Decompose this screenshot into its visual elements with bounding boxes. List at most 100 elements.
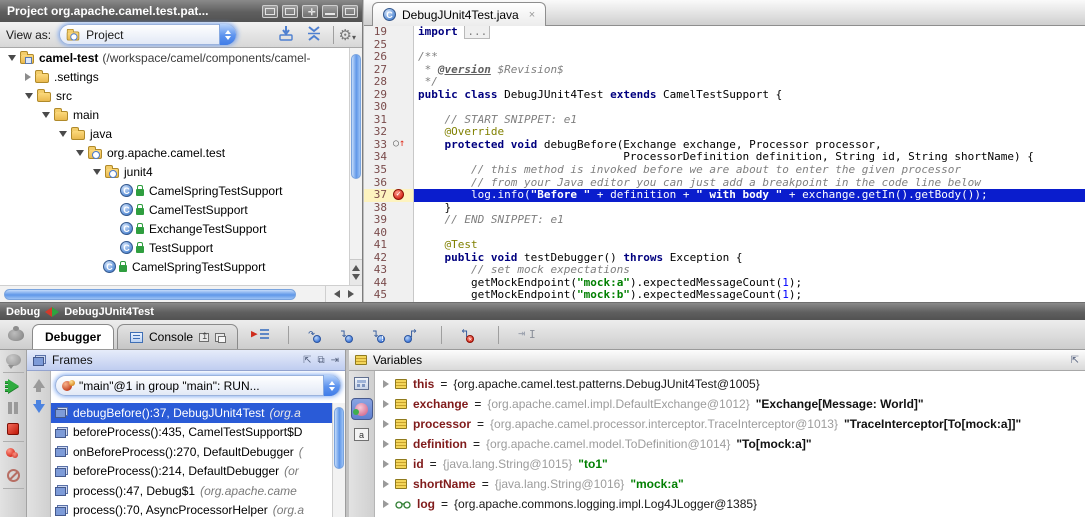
frames-vertical-scrollbar[interactable] bbox=[332, 403, 345, 517]
drop-frame-button[interactable]: ↰ bbox=[461, 327, 479, 343]
tree-item-main[interactable]: main bbox=[0, 105, 349, 124]
expand-arrow-icon[interactable] bbox=[383, 500, 389, 508]
restore-layout-icon[interactable]: ⇱ bbox=[1071, 355, 1079, 366]
float-window-icon[interactable] bbox=[262, 5, 278, 18]
variable-row-this[interactable]: this = {org.apache.camel.test.patterns.D… bbox=[375, 374, 1085, 394]
step-out-button[interactable]: ↱ bbox=[404, 327, 422, 343]
float-panel-icon[interactable]: ⧉ bbox=[317, 355, 324, 366]
expanded-arrow-icon[interactable] bbox=[8, 55, 16, 61]
code-line-25[interactable]: 25 bbox=[364, 39, 1085, 52]
frame-package: (org.a bbox=[273, 503, 304, 517]
evaluate-expression-icon[interactable] bbox=[354, 377, 369, 390]
expanded-arrow-icon[interactable] bbox=[93, 169, 101, 175]
code-line-27[interactable]: 27 * @version $Revision$ bbox=[364, 64, 1085, 77]
tree-horizontal-scrollbar[interactable] bbox=[0, 285, 362, 302]
expand-arrow-icon[interactable] bbox=[383, 480, 389, 488]
restore-layout-icon[interactable]: ⇱ bbox=[303, 355, 311, 366]
tree-item-testsupport[interactable]: CTestSupport bbox=[0, 238, 349, 257]
code-line-19[interactable]: 19import ... bbox=[364, 26, 1085, 39]
tree-item-exchangetestsupport[interactable]: CExchangeTestSupport bbox=[0, 219, 349, 238]
variable-row-shortName[interactable]: shortName = {java.lang.String@1016}"mock… bbox=[375, 474, 1085, 494]
editor-tab[interactable]: C DebugJUnit4Test.java × bbox=[372, 2, 546, 26]
expand-arrow-icon[interactable] bbox=[383, 460, 389, 468]
code-area[interactable]: 19import ...2526/**27 * @version $Revisi… bbox=[364, 26, 1085, 302]
dropdown-stepper-icon bbox=[323, 375, 340, 396]
sort-alphabetically-icon[interactable]: a bbox=[354, 428, 369, 441]
tree-item-cameltestsupport[interactable]: CCamelTestSupport bbox=[0, 200, 349, 219]
tab-console[interactable]: Console bbox=[117, 324, 238, 349]
dock-panel-icon[interactable]: ⇥ bbox=[331, 355, 339, 366]
force-step-into-button[interactable]: ↴ bbox=[372, 327, 390, 343]
expand-arrow-icon[interactable] bbox=[383, 420, 389, 428]
stack-frame-row[interactable]: debugBefore():37, DebugJUnit4Test (org.a bbox=[51, 403, 345, 423]
stack-frame-row[interactable]: process():47, Debug$1 (org.apache.came bbox=[51, 481, 345, 501]
gutter: 32 bbox=[364, 126, 414, 139]
stack-frame-row[interactable]: beforeProcess():435, CamelTestSupport$D bbox=[51, 423, 345, 443]
scroll-to-end-icon[interactable] bbox=[199, 333, 209, 342]
gutter-marks bbox=[390, 114, 413, 127]
collapse-all-icon[interactable] bbox=[306, 26, 322, 44]
show-execution-point-button[interactable]: ▶ bbox=[251, 327, 269, 343]
view-breakpoints-button[interactable] bbox=[6, 448, 20, 460]
override-method-icon[interactable]: ○↑ bbox=[393, 138, 405, 151]
variable-row-definition[interactable]: definition = {org.apache.camel.model.ToD… bbox=[375, 434, 1085, 454]
expanded-arrow-icon[interactable] bbox=[76, 150, 84, 156]
scrollbar-thumb[interactable] bbox=[351, 54, 361, 179]
step-into-button[interactable]: ↴ bbox=[340, 327, 358, 343]
scrollbar-thumb[interactable] bbox=[334, 407, 344, 469]
previous-frame-button[interactable] bbox=[33, 379, 45, 388]
watch-mode-button[interactable] bbox=[351, 398, 373, 420]
variable-icon bbox=[395, 479, 407, 489]
expand-arrow-icon[interactable] bbox=[383, 400, 389, 408]
stack-frame-row[interactable]: onBeforeProcess():270, DefaultDebugger ( bbox=[51, 442, 345, 462]
close-tab-icon[interactable]: × bbox=[529, 9, 535, 21]
code-line-45[interactable]: 45 getMockEndpoint("mock:b").expectedMes… bbox=[364, 289, 1085, 302]
variable-row-log[interactable]: log = {org.apache.commons.logging.impl.L… bbox=[375, 494, 1085, 514]
view-as-dropdown[interactable]: Project bbox=[59, 24, 237, 45]
hide-panel-icon[interactable] bbox=[342, 5, 358, 18]
pause-button[interactable] bbox=[8, 402, 18, 414]
tree-item-junit4[interactable]: junit4 bbox=[0, 162, 349, 181]
code-line-37[interactable]: 37✓ log.info("Before " + definition + " … bbox=[364, 189, 1085, 202]
expanded-arrow-icon[interactable] bbox=[59, 131, 67, 137]
tree-item-camelspringtestsupport[interactable]: CCamelSpringTestSupport bbox=[0, 181, 349, 200]
minimize-icon[interactable] bbox=[322, 5, 338, 18]
expand-arrow-icon[interactable] bbox=[383, 380, 389, 388]
tree-vertical-scrollbar[interactable] bbox=[349, 48, 362, 285]
tree-item--settings[interactable]: .settings bbox=[0, 67, 349, 86]
stack-frame-row[interactable]: beforeProcess():214, DefaultDebugger (or bbox=[51, 462, 345, 482]
tree-item-java[interactable]: java bbox=[0, 124, 349, 143]
equals-sign: = bbox=[430, 457, 437, 471]
resume-button[interactable] bbox=[8, 379, 19, 393]
expand-arrow-icon[interactable] bbox=[383, 440, 389, 448]
expanded-arrow-icon[interactable] bbox=[25, 93, 33, 99]
pin-icon[interactable] bbox=[302, 5, 318, 18]
run-to-cursor-button[interactable]: ⇥I bbox=[518, 327, 536, 343]
balloon-icon[interactable] bbox=[6, 354, 21, 366]
stack-frame-row[interactable]: process():70, AsyncProcessorHelper (org.… bbox=[51, 501, 345, 517]
tree-item-org-apache-camel-test[interactable]: org.apache.camel.test bbox=[0, 143, 349, 162]
dock-window-icon[interactable] bbox=[282, 5, 298, 18]
gutter: 30 bbox=[364, 101, 414, 114]
scrollbar-thumb[interactable] bbox=[4, 289, 296, 300]
settings-gear-icon[interactable]: ⚙▾ bbox=[339, 26, 356, 44]
tree-item-src[interactable]: src bbox=[0, 86, 349, 105]
breakpoint-icon[interactable]: ✓ bbox=[393, 189, 404, 200]
mute-breakpoints-button[interactable] bbox=[7, 469, 20, 482]
autoscroll-to-source-icon[interactable] bbox=[278, 26, 294, 44]
thread-selector-dropdown[interactable]: "main"@1 in group "main": RUN... bbox=[55, 375, 341, 396]
expanded-arrow-icon[interactable] bbox=[42, 112, 50, 118]
variable-row-id[interactable]: id = {java.lang.String@1015}"to1" bbox=[375, 454, 1085, 474]
stop-button[interactable] bbox=[7, 423, 19, 435]
variable-row-processor[interactable]: processor = {org.apache.camel.processor.… bbox=[375, 414, 1085, 434]
tab-debugger[interactable]: Debugger bbox=[32, 324, 114, 349]
next-frame-button[interactable] bbox=[33, 404, 45, 413]
tree-item-camelspringtestsupport[interactable]: CCamelSpringTestSupport bbox=[0, 257, 349, 276]
step-over-button[interactable]: ↷ bbox=[308, 327, 326, 343]
tree-item-camel-test[interactable]: camel-test (/workspace/camel/components/… bbox=[0, 48, 349, 67]
variable-row-exchange[interactable]: exchange = {org.apache.camel.impl.Defaul… bbox=[375, 394, 1085, 414]
code-line-29[interactable]: 29public class DebugJUnit4Test extends C… bbox=[364, 89, 1085, 102]
open-in-new-window-icon[interactable] bbox=[215, 333, 225, 342]
collapsed-arrow-icon[interactable] bbox=[25, 73, 31, 81]
code-line-39[interactable]: 39 // END SNIPPET: e1 bbox=[364, 214, 1085, 227]
